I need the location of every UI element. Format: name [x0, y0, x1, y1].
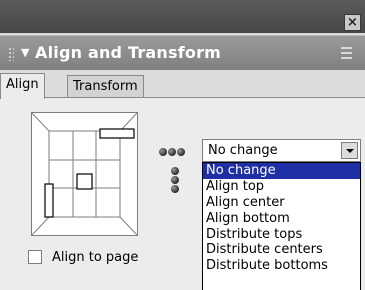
tab-bar: Align Transform: [0, 73, 365, 99]
collapse-arrow-icon[interactable]: ▼: [21, 46, 29, 59]
dropdown-option[interactable]: No change: [203, 163, 360, 179]
drag-grip-icon[interactable]: [8, 47, 14, 61]
dropdown-option[interactable]: Align center: [203, 195, 360, 211]
panel-title: Align and Transform: [35, 43, 222, 62]
tab-align[interactable]: Align: [0, 73, 45, 99]
alignment-grid-icon: [32, 113, 137, 235]
vertical-align-dropdown-list[interactable]: No change Align top Align center Align b…: [202, 162, 361, 290]
vertical-align-dots-icon[interactable]: [171, 167, 180, 194]
vertical-align-select[interactable]: No change: [202, 139, 361, 162]
close-button[interactable]: ×: [344, 14, 361, 31]
dropdown-option[interactable]: Distribute centers: [203, 242, 360, 258]
align-to-page-checkbox[interactable]: [28, 250, 42, 264]
horizontal-align-dots-icon[interactable]: [159, 145, 186, 159]
alignment-preview: [31, 112, 138, 236]
dropdown-option[interactable]: Align top: [203, 179, 360, 195]
dropdown-option[interactable]: Align bottom: [203, 211, 360, 227]
panel-menu-icon[interactable]: [341, 47, 357, 60]
dropdown-option[interactable]: Distribute bottoms: [203, 258, 360, 274]
tab-transform[interactable]: Transform: [67, 75, 144, 98]
panel-header[interactable]: ▼ Align and Transform: [0, 35, 365, 70]
align-to-page-label: Align to page: [52, 250, 139, 265]
select-value: No change: [208, 143, 278, 158]
window-titlebar: ×: [0, 0, 365, 33]
chevron-down-icon[interactable]: [341, 142, 358, 159]
dropdown-option[interactable]: Distribute tops: [203, 227, 360, 243]
